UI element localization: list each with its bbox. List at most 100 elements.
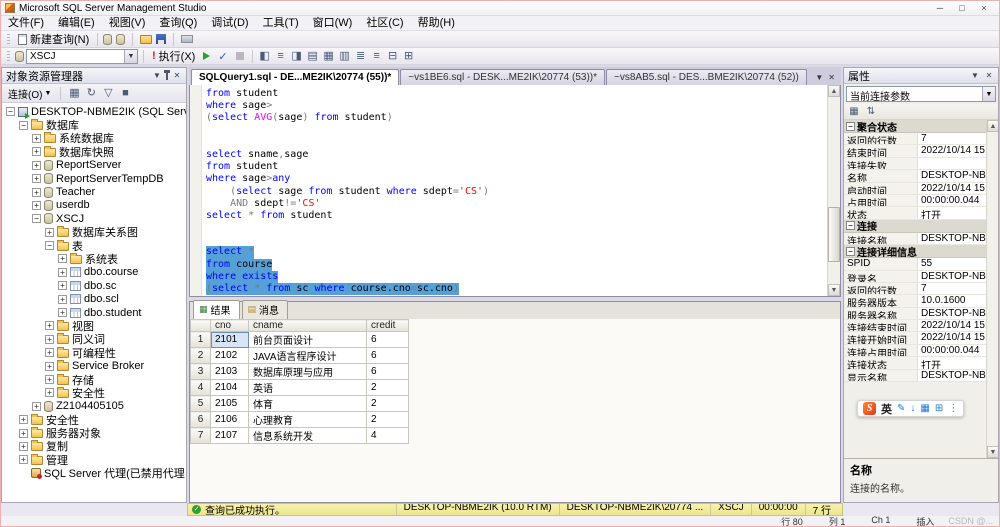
expand-toggle[interactable]: +: [32, 147, 41, 156]
result-cell[interactable]: 2: [367, 412, 409, 428]
menu-item[interactable]: 帮助(H): [411, 16, 462, 31]
result-cell[interactable]: 2106: [211, 412, 249, 428]
save-icon[interactable]: [156, 34, 166, 44]
expand-toggle[interactable]: +: [19, 442, 28, 451]
panel-menu-icon[interactable]: ▼: [970, 71, 980, 80]
result-cell[interactable]: 2107: [211, 428, 249, 444]
result-cell[interactable]: 6: [367, 348, 409, 364]
tree-item[interactable]: +userdb: [2, 199, 186, 212]
scroll-down-icon[interactable]: ▼: [987, 446, 999, 458]
expand-toggle[interactable]: +: [58, 254, 67, 263]
print-icon[interactable]: [181, 35, 193, 43]
close-icon[interactable]: ✕: [984, 71, 994, 80]
expand-toggle[interactable]: −: [6, 107, 15, 116]
editor-text-area[interactable]: from studentwhere sage>(select AVG(sage)…: [202, 85, 827, 296]
ime-more-icon[interactable]: ⋮: [948, 402, 958, 415]
property-row[interactable]: 连接占用时间00:00:00.044: [844, 345, 986, 357]
editor-vertical-scrollbar[interactable]: ▲ ▼: [827, 85, 840, 296]
scroll-up-icon[interactable]: ▲: [987, 120, 999, 132]
ime-download-icon[interactable]: ↓: [910, 402, 915, 415]
toolbar-grip[interactable]: [7, 51, 10, 62]
ime-toolbox-icon[interactable]: ⊞: [935, 402, 943, 415]
tree-item[interactable]: −DESKTOP-NBME2IK (SQL Server 10.0.160: [2, 105, 186, 118]
expand-toggle[interactable]: +: [19, 455, 28, 464]
query-options-icon[interactable]: ≡: [274, 50, 288, 63]
pin-icon[interactable]: [166, 72, 168, 80]
menu-item[interactable]: 编辑(E): [51, 16, 102, 31]
ime-toolbar[interactable]: S 英 ✎↓▦⊞⋮: [857, 400, 964, 417]
open-file-icon[interactable]: [140, 35, 152, 44]
property-row[interactable]: 登录名DESKTOP-NBME2I: [844, 271, 986, 283]
expand-toggle[interactable]: −: [45, 241, 54, 250]
row-number[interactable]: 5: [191, 396, 211, 412]
expand-toggle[interactable]: +: [58, 268, 67, 277]
property-row[interactable]: 连接状态打开: [844, 357, 986, 369]
result-cell[interactable]: 数据库原理与应用: [249, 364, 367, 380]
expand-toggle[interactable]: +: [58, 308, 67, 317]
uncomment-lines-icon[interactable]: ≡: [370, 50, 384, 63]
result-cell[interactable]: 体育: [249, 396, 367, 412]
decrease-indent-icon[interactable]: ⊟: [386, 50, 400, 63]
new-query-button[interactable]: 新建查询(N): [15, 30, 92, 48]
expand-toggle[interactable]: +: [45, 348, 54, 357]
result-cell[interactable]: 信息系统开发: [249, 428, 367, 444]
results-tab[interactable]: ▦结果: [193, 300, 240, 319]
property-group-header[interactable]: −连接详细信息: [844, 245, 986, 258]
row-number[interactable]: 2: [191, 348, 211, 364]
row-number[interactable]: 4: [191, 380, 211, 396]
result-cell[interactable]: 6: [367, 364, 409, 380]
property-group-header[interactable]: −连接: [844, 220, 986, 233]
property-row[interactable]: 连接失败: [844, 158, 986, 170]
results-to-text-icon[interactable]: ▤: [306, 50, 320, 63]
result-cell[interactable]: 心理教育: [249, 412, 367, 428]
result-cell[interactable]: 2103: [211, 364, 249, 380]
results-to-file-icon[interactable]: ▥: [338, 50, 352, 63]
tree-item[interactable]: +dbo.sc: [2, 279, 186, 292]
messages-tab[interactable]: ▤消息: [242, 300, 289, 319]
document-tab[interactable]: ~vs8AB5.sql - DES...BME2IK\20774 (52)): [606, 69, 807, 85]
menu-item[interactable]: 视图(V): [102, 16, 153, 31]
property-row[interactable]: 结束时间2022/10/14 15:1: [844, 145, 986, 157]
increase-indent-icon[interactable]: ⊞: [402, 50, 416, 63]
results-to-grid-icon[interactable]: ▦: [322, 50, 336, 63]
expand-toggle[interactable]: +: [32, 161, 41, 170]
property-row[interactable]: 服务器名称DESKTOP-NBME2I: [844, 308, 986, 320]
result-cell[interactable]: 英语: [249, 380, 367, 396]
expand-toggle[interactable]: +: [58, 281, 67, 290]
property-row[interactable]: 显示名称DESKTOP-NBME2I: [844, 370, 986, 382]
expand-toggle[interactable]: +: [45, 375, 54, 384]
tree-item[interactable]: +服务器对象: [2, 426, 186, 439]
tree-item[interactable]: +ReportServer: [2, 159, 186, 172]
expand-toggle[interactable]: +: [45, 335, 54, 344]
result-cell[interactable]: 2105: [211, 396, 249, 412]
file-list-icon[interactable]: ▼: [815, 73, 823, 82]
tree-item[interactable]: +ReportServerTempDB: [2, 172, 186, 185]
database-engine-query-icon[interactable]: [103, 34, 112, 45]
collapse-icon[interactable]: −: [846, 122, 855, 131]
result-cell[interactable]: 2101: [211, 332, 249, 348]
expand-toggle[interactable]: +: [45, 388, 54, 397]
column-header-credit[interactable]: credit: [367, 320, 409, 332]
tree-item[interactable]: +dbo.scl: [2, 292, 186, 305]
collapse-icon[interactable]: −: [846, 221, 855, 230]
expand-toggle[interactable]: −: [19, 121, 28, 130]
property-row[interactable]: 占用时间00:00:00.044: [844, 195, 986, 207]
menu-item[interactable]: 工具(T): [256, 16, 306, 31]
menu-item[interactable]: 调试(D): [204, 16, 255, 31]
expand-toggle[interactable]: +: [32, 402, 41, 411]
intellisense-icon[interactable]: ◨: [290, 50, 304, 63]
minimize-button[interactable]: ─: [933, 3, 947, 13]
cancel-query-button[interactable]: [233, 51, 247, 61]
tree-item[interactable]: +Service Broker: [2, 359, 186, 372]
expand-toggle[interactable]: +: [45, 362, 54, 371]
scroll-down-icon[interactable]: ▼: [828, 284, 840, 296]
result-cell[interactable]: 前台页面设计: [249, 332, 367, 348]
scrollbar-thumb[interactable]: [828, 207, 840, 262]
column-header-cname[interactable]: cname: [249, 320, 367, 332]
tree-item[interactable]: +安全性: [2, 386, 186, 399]
expand-toggle[interactable]: −: [32, 214, 41, 223]
menu-item[interactable]: 窗口(W): [306, 16, 360, 31]
expand-toggle[interactable]: +: [32, 174, 41, 183]
grid-corner-cell[interactable]: [191, 320, 211, 332]
tree-item[interactable]: SQL Server 代理(已禁用代理 XP): [2, 467, 186, 480]
